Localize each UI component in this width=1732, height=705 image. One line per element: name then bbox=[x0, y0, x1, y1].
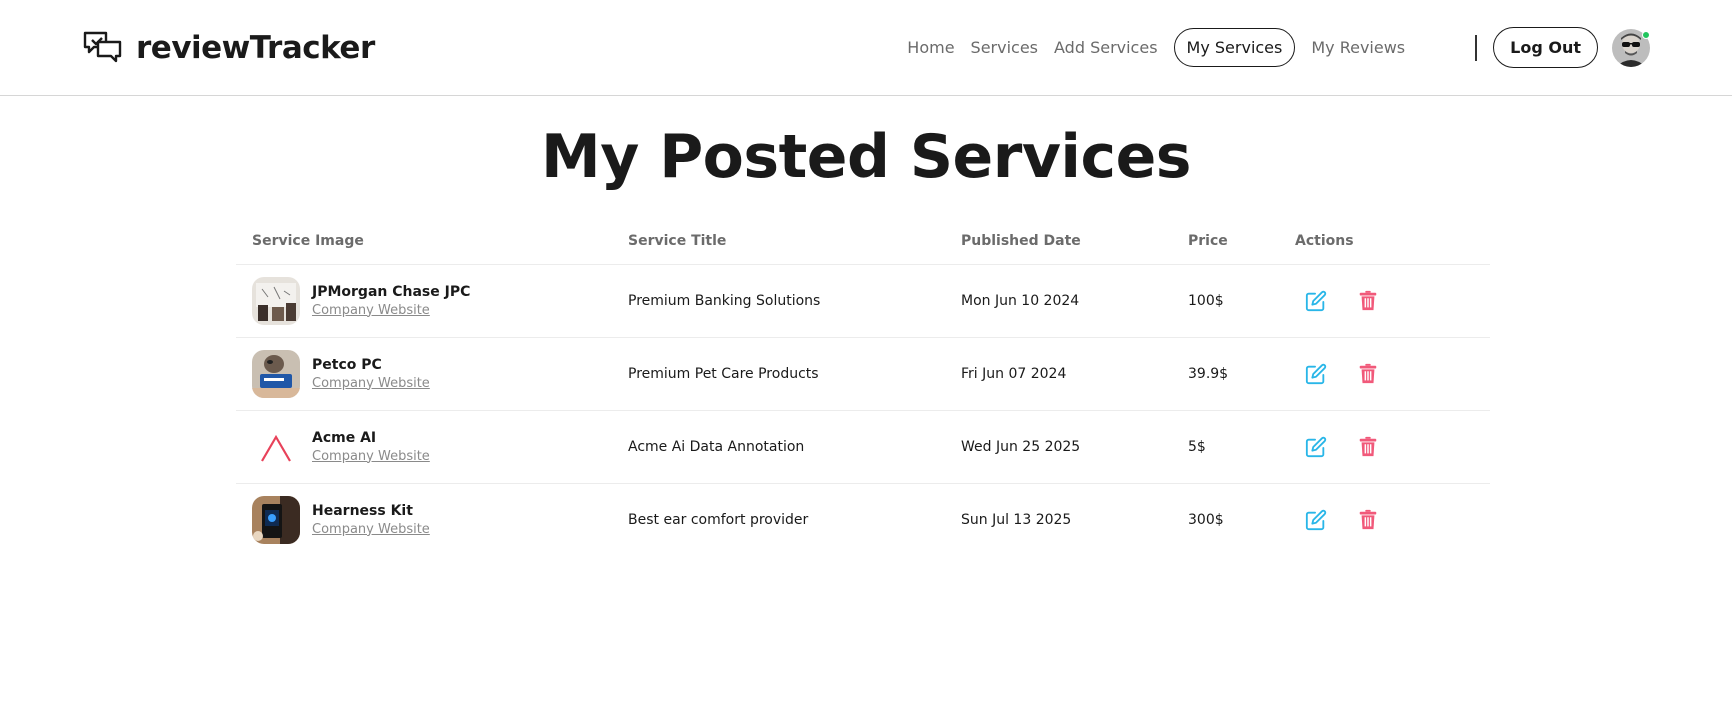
company-website-link[interactable]: Company Website bbox=[312, 449, 430, 464]
row-actions bbox=[1295, 290, 1474, 312]
published-date: Fri Jun 07 2024 bbox=[945, 337, 1172, 411]
service-title: Acme Ai Data Annotation bbox=[612, 410, 945, 484]
edit-icon[interactable] bbox=[1305, 509, 1327, 531]
service-thumbnail-image-icon bbox=[252, 349, 300, 398]
service-title: Premium Pet Care Products bbox=[612, 337, 945, 411]
service-info: Acme AI Company Website bbox=[312, 430, 430, 464]
price: 39.9$ bbox=[1172, 337, 1279, 411]
service-title: Premium Banking Solutions bbox=[612, 264, 945, 338]
service-info: Petco PC Company Website bbox=[312, 357, 430, 391]
online-status-dot bbox=[1642, 30, 1650, 39]
price: 300$ bbox=[1188, 511, 1224, 528]
company-name: JPMorgan Chase JPC bbox=[312, 283, 471, 300]
row-actions bbox=[1295, 363, 1474, 385]
trash-icon[interactable] bbox=[1357, 509, 1379, 531]
trash-icon[interactable] bbox=[1357, 290, 1379, 312]
page-title: My Posted Services bbox=[541, 122, 1191, 192]
nav-divider bbox=[1475, 34, 1478, 61]
navbar: reviewTracker Home Services Add Services… bbox=[0, 0, 1732, 96]
services-table-wrapper: Service Image Service Title Published Da… bbox=[236, 232, 1490, 556]
header-published-date: Published Date bbox=[945, 232, 1172, 265]
service-cell: Hearness Kit Company Website bbox=[252, 495, 596, 544]
service-title: Best ear comfort provider bbox=[628, 511, 809, 528]
company-website-link[interactable]: Company Website bbox=[312, 376, 430, 391]
nav-link-my-services[interactable]: My Services bbox=[1173, 28, 1296, 67]
trash-icon[interactable] bbox=[1357, 436, 1379, 458]
table-header-row: Service Image Service Title Published Da… bbox=[236, 232, 1490, 265]
header-service-title: Service Title bbox=[612, 232, 945, 265]
company-name: Acme AI bbox=[312, 429, 377, 446]
user-avatar[interactable] bbox=[1612, 28, 1650, 67]
nav-link-add-services[interactable]: Add Services bbox=[1054, 38, 1158, 57]
price: 5$ bbox=[1172, 410, 1279, 484]
company-name: Hearness Kit bbox=[312, 502, 413, 519]
company-website-link[interactable]: Company Website bbox=[312, 522, 430, 537]
header-service-image: Service Image bbox=[236, 232, 612, 265]
company-website-link[interactable]: Company Website bbox=[312, 303, 470, 318]
nav-right: Home Services Add Services My Services M… bbox=[907, 27, 1650, 68]
published-date: Mon Jun 10 2024 bbox=[945, 264, 1172, 338]
service-cell: Acme AI Company Website bbox=[252, 422, 596, 471]
nav-link-services[interactable]: Services bbox=[971, 38, 1038, 57]
service-info: JPMorgan Chase JPC Company Website bbox=[312, 284, 470, 318]
trash-icon[interactable] bbox=[1357, 363, 1379, 385]
published-date: Wed Jun 25 2025 bbox=[945, 410, 1172, 484]
service-thumbnail-image-icon bbox=[252, 276, 300, 325]
edit-icon[interactable] bbox=[1305, 436, 1327, 458]
row-actions bbox=[1295, 436, 1474, 458]
nav-links: Home Services Add Services My Services M… bbox=[907, 28, 1405, 67]
chat-bubbles-logo-icon bbox=[83, 31, 122, 62]
nav-link-home[interactable]: Home bbox=[907, 38, 954, 57]
edit-icon[interactable] bbox=[1305, 290, 1327, 312]
brand[interactable]: reviewTracker bbox=[82, 30, 375, 66]
nav-link-my-reviews[interactable]: My Reviews bbox=[1311, 38, 1405, 57]
header-price: Price bbox=[1172, 232, 1279, 265]
brand-name: reviewTracker bbox=[136, 29, 375, 66]
price: 100$ bbox=[1172, 264, 1279, 338]
acme-logo-icon bbox=[252, 422, 300, 471]
edit-icon[interactable] bbox=[1305, 363, 1327, 385]
company-name: Petco PC bbox=[312, 356, 382, 373]
table-row: JPMorgan Chase JPC Company Website Premi… bbox=[236, 264, 1490, 338]
service-thumbnail-image-icon bbox=[252, 495, 300, 544]
services-table: Service Image Service Title Published Da… bbox=[236, 232, 1490, 556]
service-info: Hearness Kit Company Website bbox=[312, 503, 430, 537]
table-row: Acme AI Company Website Acme Ai Data Ann… bbox=[236, 410, 1490, 484]
published-date: Sun Jul 13 2025 bbox=[961, 511, 1072, 528]
service-cell: Petco PC Company Website bbox=[252, 349, 596, 398]
table-row: Hearness Kit Company Website Best ear co… bbox=[236, 483, 1490, 556]
logout-button[interactable]: Log Out bbox=[1493, 27, 1598, 68]
row-actions bbox=[1295, 509, 1474, 531]
table-row: Petco PC Company Website Premium Pet Car… bbox=[236, 337, 1490, 411]
header-actions: Actions bbox=[1279, 232, 1490, 265]
service-cell: JPMorgan Chase JPC Company Website bbox=[252, 276, 596, 325]
